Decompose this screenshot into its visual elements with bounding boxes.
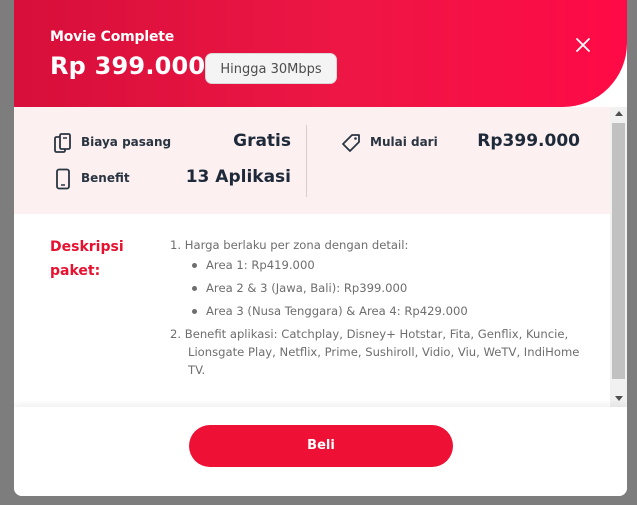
speed-badge: Hingga 30Mbps [205, 53, 337, 84]
close-icon[interactable] [574, 36, 592, 54]
install-cost-label: Biaya pasang [81, 135, 172, 149]
zone-item: Area 1: Rp419.000 [192, 254, 590, 277]
package-name: Movie Complete [50, 29, 175, 45]
benefit-value: 13 Aplikasi [185, 167, 291, 187]
buy-button[interactable]: Beli [189, 425, 453, 467]
description-point-2: 2. Benefit aplikasi: Catchplay, Disney+ … [170, 327, 569, 341]
benefit-label: Benefit [81, 171, 130, 185]
zone-item: Area 2 & 3 (Jawa, Bali): Rp399.000 [192, 277, 590, 300]
router-icon [54, 133, 71, 153]
modal-footer: Beli [14, 407, 627, 496]
price-tag-icon [342, 134, 360, 152]
vertical-scrollbar[interactable] [610, 107, 627, 407]
zone-list: Area 1: Rp419.000 Area 2 & 3 (Jawa, Bali… [170, 254, 590, 323]
modal-header: Movie Complete Rp 399.000 Hingga 30Mbps [14, 0, 627, 107]
modal-body[interactable]: Biaya pasang Gratis Benefit 13 Aplikasi … [14, 107, 627, 407]
phone-icon [56, 168, 70, 190]
scrollbar-thumb[interactable] [612, 123, 625, 379]
description-point-2-continued: Lionsgate Play, Netflix, Prime, Sushirol… [188, 345, 580, 377]
package-detail-modal: Movie Complete Rp 399.000 Hingga 30Mbps … [14, 0, 627, 496]
package-price: Rp 399.000 [50, 52, 206, 80]
scroll-down-arrow-icon[interactable] [615, 396, 623, 401]
description-content: 1. Harga berlaku per zona dengan detail:… [170, 236, 590, 379]
summary-divider [306, 125, 307, 197]
description-label: Deskripsi paket: [50, 239, 124, 279]
starting-price-value: Rp399.000 [477, 131, 580, 151]
install-cost-value: Gratis [233, 131, 291, 151]
package-summary: Biaya pasang Gratis Benefit 13 Aplikasi … [14, 107, 610, 214]
zone-item: Area 3 (Nusa Tenggara) & Area 4: Rp429.0… [192, 300, 590, 323]
scroll-up-arrow-icon[interactable] [615, 111, 623, 116]
starting-price-label: Mulai dari [370, 135, 438, 149]
description-point-1: 1. Harga berlaku per zona dengan detail: [170, 238, 409, 252]
